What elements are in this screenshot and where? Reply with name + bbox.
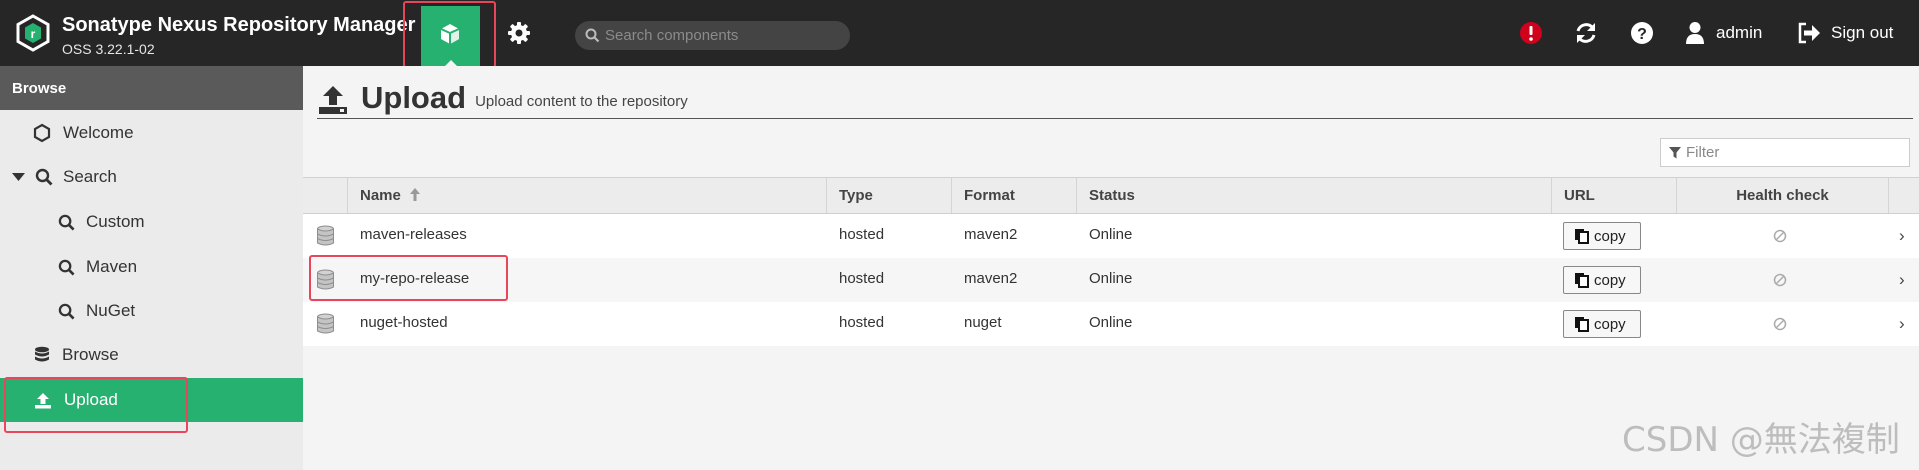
- sidebar-header: Browse: [0, 66, 303, 110]
- column-header-url[interactable]: URL: [1552, 178, 1677, 213]
- database-icon: [317, 269, 334, 290]
- watermark: CSDN @無法複制: [1622, 420, 1900, 460]
- page-subtitle: Upload content to the repository: [475, 93, 688, 110]
- sidebar-item-label: Maven: [86, 257, 138, 276]
- search-input[interactable]: [605, 25, 835, 46]
- repo-name: nuget-hosted: [360, 314, 448, 331]
- repo-format: nuget: [964, 314, 1002, 331]
- copy-label: copy: [1594, 315, 1626, 333]
- copy-url-button[interactable]: copy: [1563, 222, 1641, 250]
- logo-icon: r: [16, 14, 50, 52]
- upload-icon: [319, 86, 347, 114]
- sidebar-item-label: NuGet: [86, 301, 136, 320]
- repo-status: Online: [1089, 226, 1133, 243]
- disabled-icon: [1773, 273, 1787, 287]
- sidebar-item-maven[interactable]: Maven: [0, 245, 303, 289]
- copy-icon: [1575, 317, 1589, 332]
- hexagon-icon: [33, 123, 51, 143]
- gear-icon[interactable]: [506, 20, 532, 46]
- repo-type: hosted: [839, 270, 885, 287]
- copy-icon: [1575, 273, 1589, 288]
- sidebar-item-label: Upload: [64, 390, 118, 409]
- copy-url-button[interactable]: copy: [1563, 310, 1641, 338]
- search-icon: [585, 28, 600, 43]
- sign-out-button[interactable]: Sign out: [1797, 20, 1893, 46]
- sidebar-item-label: Search: [63, 167, 117, 186]
- user-icon: [1686, 22, 1704, 44]
- column-header-label: Name: [360, 187, 401, 204]
- refresh-icon[interactable]: [1573, 20, 1599, 46]
- search-icon: [58, 214, 75, 231]
- user-name: admin: [1716, 23, 1763, 42]
- sign-out-label: Sign out: [1831, 23, 1894, 42]
- chevron-right-icon[interactable]: ›: [1899, 314, 1905, 334]
- table-row[interactable]: my-repo-release hosted maven2 Online cop…: [303, 258, 1919, 302]
- sort-up-icon: [410, 188, 421, 201]
- sidebar-item-search[interactable]: Search: [0, 155, 303, 199]
- column-header-status[interactable]: Status: [1077, 178, 1552, 213]
- copy-label: copy: [1594, 227, 1626, 245]
- svg-text:r: r: [31, 27, 36, 41]
- sidebar-item-upload[interactable]: Upload: [0, 378, 303, 422]
- database-icon: [317, 313, 334, 334]
- user-menu[interactable]: admin: [1685, 20, 1762, 46]
- sign-out-icon: [1798, 22, 1820, 44]
- svg-text:?: ?: [1637, 26, 1647, 43]
- sidebar-item-label: Browse: [62, 345, 119, 364]
- column-header-health-check[interactable]: Health check: [1677, 178, 1889, 213]
- table-row[interactable]: maven-releases hosted maven2 Online copy…: [303, 214, 1919, 258]
- sidebar-item-browse[interactable]: Browse: [0, 333, 303, 377]
- repo-format: maven2: [964, 226, 1018, 243]
- sidebar-item-label: Custom: [86, 212, 145, 231]
- sidebar-item-nuget[interactable]: NuGet: [0, 289, 303, 333]
- column-header-format[interactable]: Format: [952, 178, 1077, 213]
- database-icon: [317, 225, 334, 246]
- icon-column-header: [303, 178, 348, 213]
- filter-input[interactable]: [1686, 143, 1901, 162]
- repo-type: hosted: [839, 314, 885, 331]
- cube-icon: [440, 24, 460, 44]
- chevron-right-icon[interactable]: ›: [1899, 226, 1905, 246]
- column-header-type[interactable]: Type: [827, 178, 952, 213]
- column-header-name[interactable]: Name: [348, 178, 827, 213]
- upload-icon: [35, 392, 51, 408]
- table-row[interactable]: nuget-hosted hosted nuget Online copy ›: [303, 302, 1919, 346]
- disabled-icon: [1773, 317, 1787, 331]
- database-icon: [35, 346, 49, 362]
- browse-mode-button[interactable]: [421, 6, 480, 66]
- sidebar: Browse Welcome Search Custom Maven NuGet…: [0, 66, 303, 470]
- filter-box[interactable]: [1660, 138, 1910, 167]
- repo-format: maven2: [964, 270, 1018, 287]
- sidebar-item-welcome[interactable]: Welcome: [0, 111, 303, 155]
- chevron-right-icon[interactable]: ›: [1899, 270, 1905, 290]
- search-icon: [58, 259, 75, 276]
- repo-name: maven-releases: [360, 226, 467, 243]
- search-icon: [35, 168, 53, 186]
- copy-url-button[interactable]: copy: [1563, 266, 1641, 294]
- repo-status: Online: [1089, 270, 1133, 287]
- alert-icon[interactable]: [1518, 20, 1544, 46]
- sidebar-item-custom[interactable]: Custom: [0, 200, 303, 244]
- disabled-icon: [1773, 229, 1787, 243]
- app-version: OSS 3.22.1-02: [62, 41, 155, 57]
- repo-name: my-repo-release: [360, 270, 470, 287]
- page-title: Upload: [361, 80, 467, 115]
- repo-type: hosted: [839, 226, 885, 243]
- copy-icon: [1575, 229, 1589, 244]
- repo-status: Online: [1089, 314, 1133, 331]
- copy-label: copy: [1594, 271, 1626, 289]
- caret-down-icon[interactable]: [12, 172, 25, 182]
- search-box[interactable]: [575, 21, 850, 50]
- filter-icon: [1669, 147, 1681, 159]
- app-header: r Sonatype Nexus Repository Manager OSS …: [0, 0, 1919, 68]
- page-header: Upload Upload content to the repository: [317, 76, 688, 116]
- main-content: Upload Upload content to the repository …: [303, 66, 1919, 470]
- divider: [317, 118, 1913, 119]
- help-icon[interactable]: ?: [1629, 20, 1655, 46]
- search-icon: [58, 303, 75, 320]
- app-title: Sonatype Nexus Repository Manager: [62, 14, 416, 36]
- sidebar-item-label: Welcome: [63, 123, 134, 142]
- table-header: Name Type Format Status URL Health check: [303, 177, 1919, 214]
